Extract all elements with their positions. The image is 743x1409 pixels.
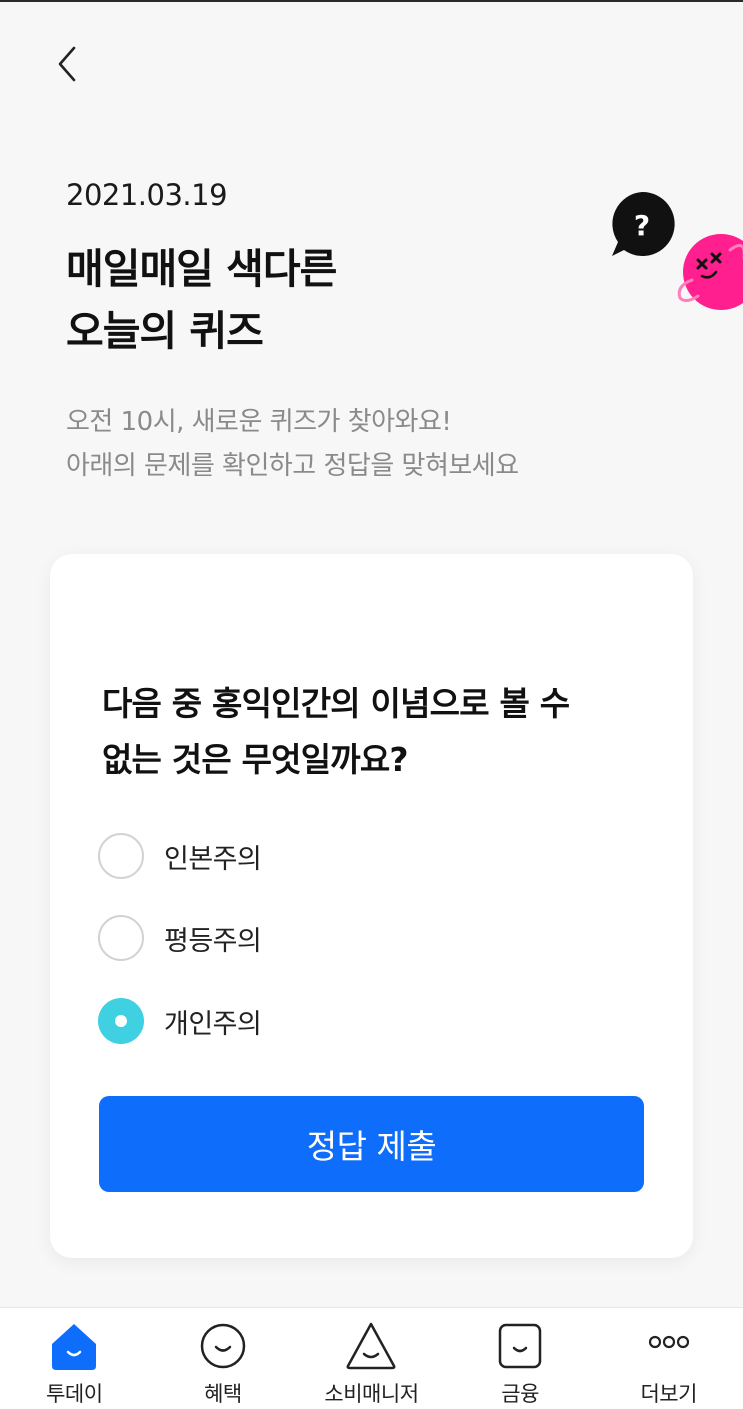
quiz-option-label: 개인주의	[164, 1008, 262, 1040]
bottom-navigation: 투데이 혜택 소비매니저 금융 더보기	[0, 1307, 743, 1409]
home-icon	[52, 1324, 97, 1370]
quiz-card: 다음 중 홍익인간의 이념으로 볼 수 없는 것은 무엇일까요? 인본주의 평등…	[50, 554, 693, 1258]
status-divider	[0, 0, 743, 2]
radio-button[interactable]	[98, 915, 144, 961]
quiz-option-label: 평등주의	[164, 925, 262, 957]
nav-item-spending-manager[interactable]: 소비매니저	[297, 1308, 446, 1409]
quiz-option-1[interactable]: 인본주의	[98, 830, 498, 882]
radio-button[interactable]	[98, 833, 144, 879]
quiz-question-line-2: 없는 것은 무엇일까요?	[102, 740, 409, 779]
quiz-question-line-1: 다음 중 홍익인간의 이념으로 볼 수	[102, 684, 570, 723]
page-title-line-1: 매일매일 색다른	[66, 245, 337, 293]
back-button[interactable]	[48, 40, 88, 88]
nav-label: 금융	[501, 1382, 539, 1406]
intro-line-2: 아래의 문제를 확인하고 정답을 맞혀보세요	[66, 451, 519, 481]
smile-triangle-icon	[346, 1322, 396, 1370]
page-title-line-2: 오늘의 퀴즈	[66, 307, 264, 355]
mascot-bubble-text: ?	[634, 209, 650, 242]
quiz-option-label: 인본주의	[164, 843, 262, 875]
radio-button-selected[interactable]	[98, 998, 144, 1044]
more-dots-icon	[648, 1335, 689, 1349]
radio-dot-icon	[115, 1015, 127, 1027]
nav-item-finance[interactable]: 금융	[446, 1308, 595, 1409]
nav-item-more[interactable]: 더보기	[594, 1308, 743, 1409]
intro-text: 오전 10시, 새로운 퀴즈가 찾아와요! 아래의 문제를 확인하고 정답을 맞…	[66, 400, 519, 488]
intro-line-1: 오전 10시, 새로운 퀴즈가 찾아와요!	[66, 407, 452, 437]
smile-square-icon	[498, 1323, 542, 1369]
quiz-option-2[interactable]: 평등주의	[98, 912, 498, 964]
submit-answer-button[interactable]: 정답 제출	[99, 1096, 644, 1192]
question-mascot-icon: ?	[612, 191, 743, 310]
nav-item-benefits[interactable]: 혜택	[149, 1308, 298, 1409]
nav-label: 소비매니저	[324, 1382, 419, 1406]
chevron-left-icon	[58, 46, 76, 82]
page-title: 매일매일 색다른 오늘의 퀴즈	[66, 238, 337, 362]
quiz-option-3[interactable]: 개인주의	[98, 995, 498, 1047]
quiz-date: 2021.03.19	[66, 178, 228, 212]
nav-label: 더보기	[640, 1382, 697, 1406]
nav-label: 혜택	[204, 1382, 242, 1406]
nav-label: 투데이	[46, 1382, 103, 1406]
smile-circle-icon	[200, 1323, 246, 1369]
nav-item-today[interactable]: 투데이	[0, 1308, 149, 1409]
quiz-question: 다음 중 홍익인간의 이념으로 볼 수 없는 것은 무엇일까요?	[102, 676, 662, 788]
